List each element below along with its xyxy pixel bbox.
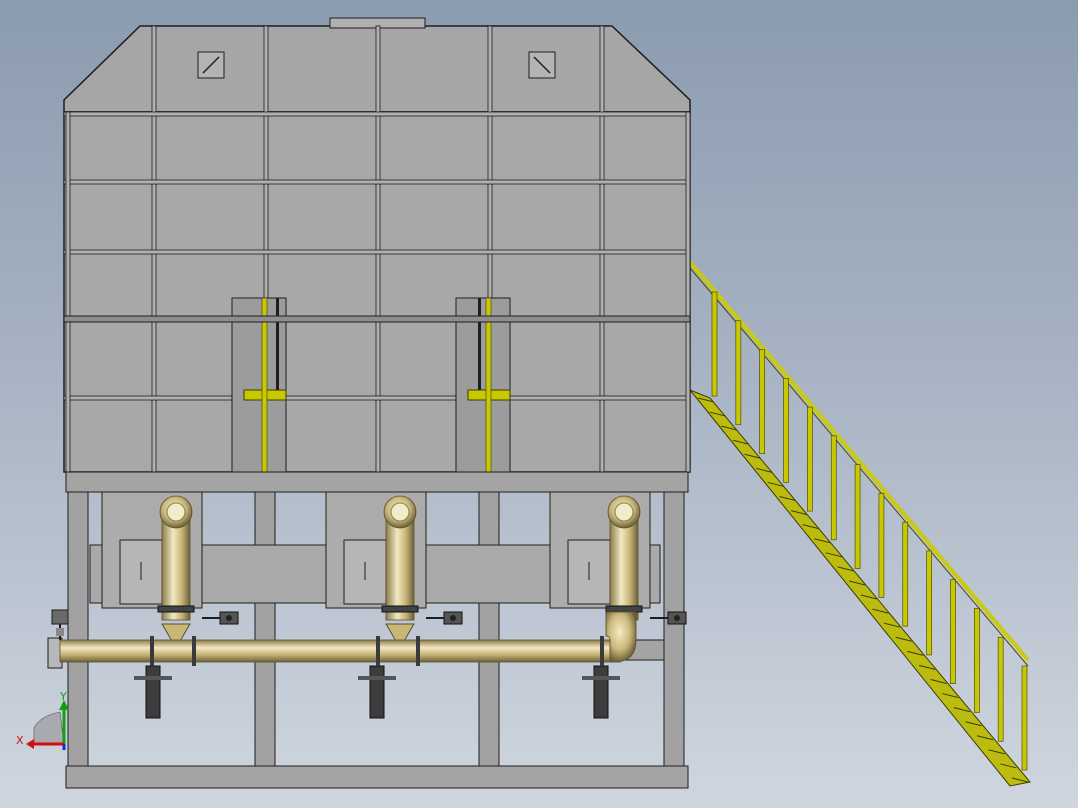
module-gap-left <box>231 297 287 473</box>
stair-stringer <box>688 388 1031 787</box>
drain-leg <box>145 665 161 719</box>
vent-panel-right <box>528 51 556 79</box>
actuator-knob <box>450 615 456 621</box>
cad-viewport[interactable]: X Y <box>0 0 1078 808</box>
burner-units <box>101 491 687 719</box>
cad-model-drawing: X Y <box>16 17 1031 789</box>
frame-post <box>599 25 605 473</box>
frame-column <box>663 491 685 767</box>
riser-flange <box>157 605 195 613</box>
frame-column <box>67 491 89 767</box>
frame-rail <box>63 395 691 401</box>
triad-cube <box>33 711 65 745</box>
riser-elbow-face <box>614 502 634 522</box>
riser-elbow-face <box>390 502 410 522</box>
drain-leg <box>369 665 385 719</box>
burner-unit <box>101 491 239 719</box>
stair-post <box>926 550 932 656</box>
stair-posts <box>711 291 1028 771</box>
vent-panel-left <box>197 51 225 79</box>
triad-x-label: X <box>16 734 24 747</box>
frame-edge <box>65 111 71 473</box>
frame-column <box>254 491 276 767</box>
drain-leg <box>593 665 609 719</box>
frame-post <box>375 25 381 473</box>
stair-post <box>711 291 718 397</box>
frame-rail <box>63 179 691 185</box>
burner-unit <box>325 491 463 719</box>
frame-rail <box>63 249 691 255</box>
module-gap-right <box>455 297 511 473</box>
stair-post <box>807 406 813 512</box>
stair-post <box>735 320 742 426</box>
stair-post <box>878 493 885 598</box>
frame-bottom-beam <box>65 765 689 789</box>
stair-post <box>830 435 837 541</box>
frame-top-beam <box>65 471 689 493</box>
view-triad: X Y <box>16 690 69 750</box>
stair-post <box>950 579 956 684</box>
drain-cross <box>134 676 172 680</box>
riser-pipe <box>161 519 191 621</box>
stair-post <box>759 349 765 454</box>
riser-pipe <box>385 519 415 621</box>
stair-post <box>783 378 789 483</box>
stair-post <box>902 521 909 627</box>
main-pipe-body <box>59 639 621 663</box>
riser-pipe <box>609 519 639 621</box>
housing-ledge <box>63 315 691 323</box>
drain-cross <box>358 676 396 680</box>
stair-post <box>854 464 861 569</box>
stair-post <box>997 636 1004 742</box>
main-pipe <box>47 611 637 669</box>
stair-post <box>1021 665 1028 771</box>
drain-cross <box>582 676 620 680</box>
stair-post <box>974 608 980 713</box>
riser-elbow-face <box>166 502 186 522</box>
frame-column <box>478 491 500 767</box>
staircase <box>688 260 1031 787</box>
frame-rail <box>63 111 691 117</box>
housing <box>63 17 691 473</box>
frame-post <box>151 25 157 473</box>
frame-edge <box>685 111 691 473</box>
actuator-knob <box>226 615 232 621</box>
inlet-instrument <box>51 609 69 640</box>
riser-flange <box>605 605 643 613</box>
main-pipe-elbow <box>605 611 637 663</box>
triad-y-label: Y <box>59 690 67 703</box>
riser-flange <box>381 605 419 613</box>
actuator-knob <box>674 615 680 621</box>
